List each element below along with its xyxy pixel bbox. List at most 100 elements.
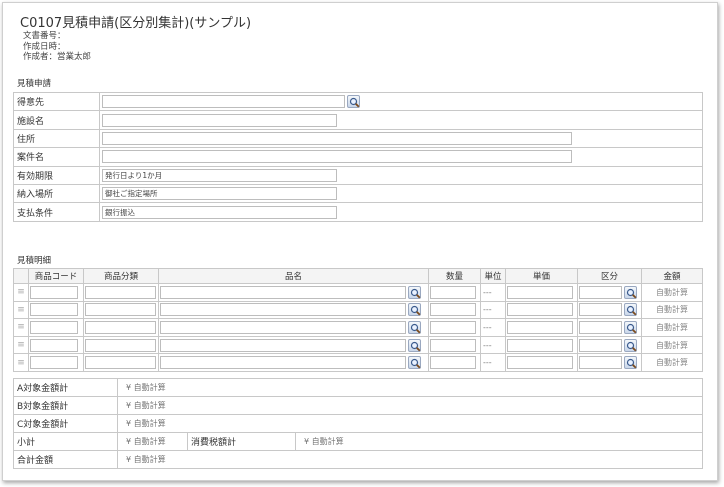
form-row-customer: 得意先 xyxy=(13,91,703,112)
item-name-input[interactable] xyxy=(160,285,406,299)
unit-price-input[interactable] xyxy=(507,303,573,317)
product-code-input[interactable] xyxy=(30,285,78,299)
summary-row-total: 合計金額 ¥ 自動計算 xyxy=(13,450,703,469)
division-input[interactable] xyxy=(579,338,622,352)
search-icon[interactable] xyxy=(624,356,637,370)
product-code-input[interactable] xyxy=(30,303,78,317)
tax-label: 消費税額計 xyxy=(187,432,296,451)
col-category: 商品分類 xyxy=(83,268,159,284)
drag-handle-icon[interactable]: ≡ xyxy=(13,283,29,302)
quantity-input[interactable] xyxy=(430,285,476,299)
division-input[interactable] xyxy=(579,303,622,317)
customer-input[interactable] xyxy=(102,95,345,109)
amount-value: 自動計算 xyxy=(641,335,703,355)
detail-row: ≡ --- 自動計算 xyxy=(13,353,703,372)
division-input[interactable] xyxy=(579,285,622,299)
category-input[interactable] xyxy=(85,320,156,334)
unit-price-input[interactable] xyxy=(507,285,573,299)
drag-handle-icon[interactable]: ≡ xyxy=(13,300,29,320)
detail-section-label: 見積明細 xyxy=(17,256,52,266)
item-name-input[interactable] xyxy=(160,338,406,352)
form-row-project: 案件名 xyxy=(13,147,703,167)
item-name-input[interactable] xyxy=(160,356,406,370)
search-icon[interactable] xyxy=(408,285,421,299)
search-icon[interactable] xyxy=(624,320,637,334)
col-item-name: 品名 xyxy=(158,268,429,284)
payment-input[interactable]: 銀行振込 xyxy=(102,205,337,219)
col-unit-price: 単価 xyxy=(505,268,578,284)
creator-line: 作成者：営業太郎 xyxy=(23,52,91,63)
category-input[interactable] xyxy=(85,338,156,352)
detail-body: ≡ --- 自動計算 ≡ --- 自動計算 ≡ --- 自動計算 ≡ --- 自動計算 ≡ --- 自動計算 xyxy=(13,283,703,372)
form-row-facility: 施設名 xyxy=(13,110,703,130)
search-icon[interactable] xyxy=(347,95,360,109)
category-input[interactable] xyxy=(85,356,156,370)
created-datetime-label: 作成日時： xyxy=(23,41,66,52)
search-icon[interactable] xyxy=(408,338,421,352)
search-icon[interactable] xyxy=(408,320,421,334)
unit-value: --- xyxy=(480,318,506,337)
grand-total-value: ¥ 自動計算 xyxy=(117,450,703,469)
detail-table: 商品コード 商品分類 品名 数量 単位 単価 区分 金額 ≡ --- 自動計算 ≡ --… xyxy=(13,268,703,372)
col-quantity: 数量 xyxy=(428,268,481,284)
a-total-value: ¥ 自動計算 xyxy=(117,378,703,397)
address-label: 住所 xyxy=(13,128,100,149)
quantity-input[interactable] xyxy=(430,356,476,370)
subtotal-value: ¥ 自動計算 xyxy=(117,432,188,451)
facility-label: 施設名 xyxy=(13,110,100,130)
project-input[interactable] xyxy=(102,150,572,164)
item-name-input[interactable] xyxy=(160,303,406,317)
payment-label: 支払条件 xyxy=(13,202,100,222)
col-product-code: 商品コード xyxy=(28,268,84,284)
customer-label: 得意先 xyxy=(13,91,100,112)
division-input[interactable] xyxy=(579,320,622,334)
quantity-input[interactable] xyxy=(430,338,476,352)
search-icon[interactable] xyxy=(408,356,421,370)
expiry-label: 有効期限 xyxy=(13,165,100,185)
estimate-section-label: 見積申請 xyxy=(17,79,52,89)
quantity-input[interactable] xyxy=(430,320,476,334)
search-icon[interactable] xyxy=(624,303,637,317)
grand-total-label: 合計金額 xyxy=(13,450,118,469)
project-label: 案件名 xyxy=(13,147,100,167)
address-input[interactable] xyxy=(102,131,572,145)
product-code-input[interactable] xyxy=(30,338,78,352)
tax-value: ¥ 自動計算 xyxy=(295,432,703,451)
c-total-value: ¥ 自動計算 xyxy=(117,414,703,433)
col-unit: 単位 xyxy=(480,268,506,284)
division-input[interactable] xyxy=(579,356,622,370)
detail-row: ≡ --- 自動計算 xyxy=(13,335,703,355)
unit-price-input[interactable] xyxy=(507,320,573,334)
category-input[interactable] xyxy=(85,303,156,317)
search-icon[interactable] xyxy=(408,303,421,317)
form-row-address: 住所 xyxy=(13,128,703,149)
amount-value: 自動計算 xyxy=(641,318,703,337)
b-total-value: ¥ 自動計算 xyxy=(117,396,703,415)
search-icon[interactable] xyxy=(624,338,637,352)
estimate-form-table: 得意先 施設名 住所 案件名 有効期限 発行日より1か月 納入場所 御社ご指定場… xyxy=(13,91,703,222)
summary-row-a: A対象金額計 ¥ 自動計算 xyxy=(13,378,703,397)
quantity-input[interactable] xyxy=(430,303,476,317)
delivery-input[interactable]: 御社ご指定場所 xyxy=(102,187,337,201)
search-icon[interactable] xyxy=(624,285,637,299)
amount-value: 自動計算 xyxy=(641,300,703,320)
product-code-input[interactable] xyxy=(30,320,78,334)
facility-input[interactable] xyxy=(102,113,337,127)
product-code-input[interactable] xyxy=(30,356,78,370)
drag-handle-icon[interactable]: ≡ xyxy=(13,335,29,355)
drag-handle-icon[interactable]: ≡ xyxy=(13,318,29,337)
unit-value: --- xyxy=(480,283,506,302)
doc-number-label: 文書番号： xyxy=(23,31,66,41)
unit-value: --- xyxy=(480,335,506,355)
unit-price-input[interactable] xyxy=(507,356,573,370)
amount-value: 自動計算 xyxy=(641,353,703,372)
unit-price-input[interactable] xyxy=(507,338,573,352)
b-total-label: B対象金額計 xyxy=(13,396,118,415)
document-meta: 文書番号： 作成日時： 作成者：営業太郎 xyxy=(23,31,91,63)
drag-handle-icon[interactable]: ≡ xyxy=(13,353,29,372)
detail-row: ≡ --- 自動計算 xyxy=(13,318,703,337)
category-input[interactable] xyxy=(85,285,156,299)
creator-value: 営業太郎 xyxy=(57,52,92,62)
item-name-input[interactable] xyxy=(160,320,406,334)
expiry-input[interactable]: 発行日より1か月 xyxy=(102,168,337,182)
